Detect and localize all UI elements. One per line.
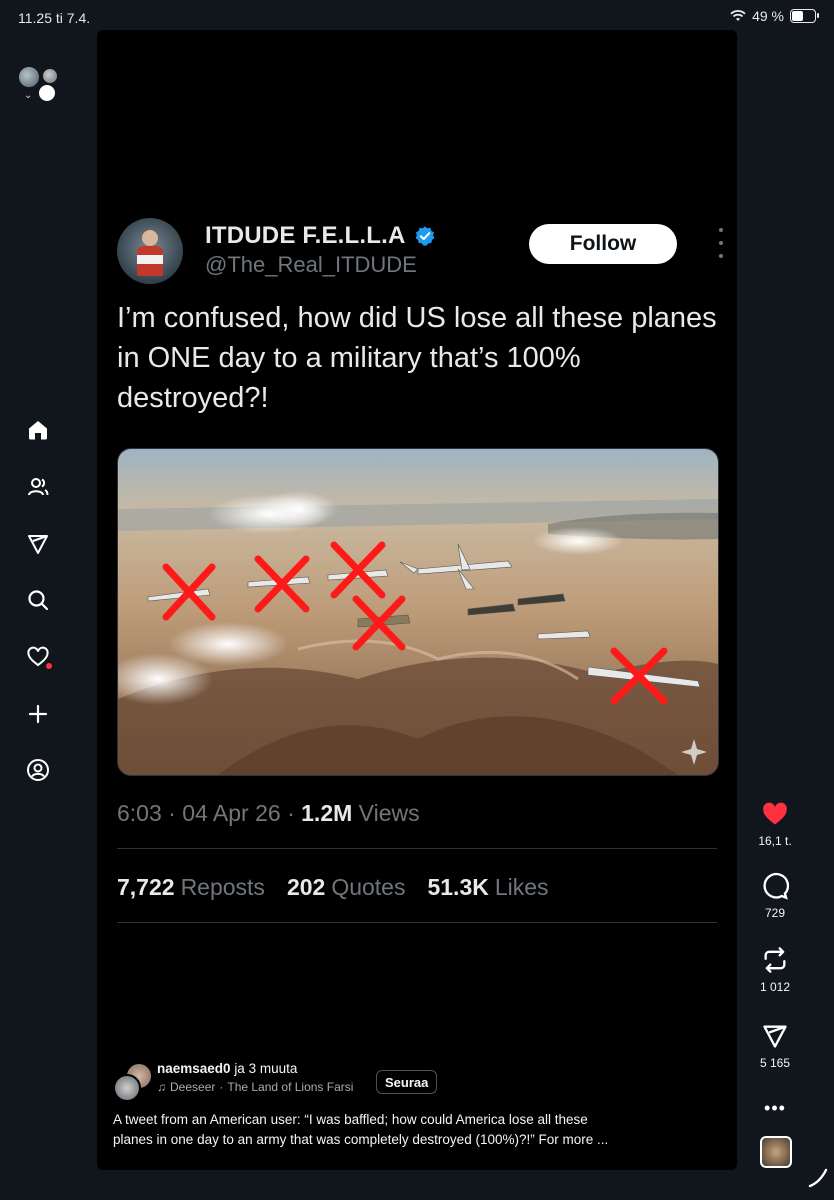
post-author[interactable]: naemsaed0 ja 3 muuta [157,1061,297,1076]
tweet-stats: 7,722 Reposts 202 Quotes 51.3K Likes [117,874,549,901]
more-options-icon[interactable] [713,228,729,258]
tweet-header: ITDUDE F.E.L.L.A @The_Real_ITDUDE Follow [117,216,723,286]
tweet-meta: 6:03 · 04 Apr 26 · 1.2M Views [117,800,420,826]
send-icon[interactable] [24,530,52,558]
music-note-icon: ♫ [157,1080,166,1094]
notification-dot [46,663,52,669]
reposts-label: Reposts [180,874,265,900]
repost-icon[interactable] [761,946,789,974]
avatar [38,84,56,102]
reposts-stat[interactable]: 7,722 Reposts [117,874,265,901]
status-indicators: 49 % [730,8,819,24]
aircraft-formation-image [118,449,718,775]
likes-label: Likes [494,874,549,900]
verified-badge-icon [415,226,434,246]
heart-filled-icon[interactable] [761,800,789,828]
plus-icon[interactable] [24,700,52,728]
tweet-time: 6:03 [117,800,162,826]
people-icon[interactable] [24,473,52,501]
audio-thumbnail[interactable] [760,1136,792,1168]
home-icon[interactable] [24,416,52,444]
reposts-count: 1 012 [759,980,791,994]
profile-icon[interactable] [24,756,52,784]
heart-icon[interactable] [24,643,52,671]
swipe-indicator-icon [808,1168,828,1188]
author-avatars[interactable] [113,1062,153,1102]
tweet-text: I’m confused, how did US lose all these … [117,302,717,414]
music-info[interactable]: ♫ Deeseer · The Land of Lions Farsi [157,1080,353,1094]
chevron-down-icon: ⌄ [24,90,33,101]
status-time: 11.25 ti 7.4. [18,10,91,26]
post-caption[interactable]: A tweet from an American user: “I was ba… [113,1110,713,1150]
search-icon[interactable] [24,586,52,614]
avatar [113,1074,141,1102]
account-switcher[interactable]: ⌄ [16,66,60,106]
likes-stat[interactable]: 51.3K Likes [427,874,548,901]
follow-author-button[interactable]: Seuraa [376,1070,438,1094]
likes-count: 51.3K [427,874,489,900]
views-count: 1.2M [301,800,353,826]
wifi-icon [730,10,746,21]
caption-line: planes in one day to an army that was co… [113,1132,609,1147]
battery-icon [790,9,819,23]
avatar[interactable] [117,218,183,284]
comment-icon[interactable] [761,872,789,900]
tweet-display-name[interactable]: ITDUDE F.E.L.L.A [205,222,406,250]
more-icon[interactable]: ••• [764,1098,786,1119]
author-name[interactable]: naemsaed0 [157,1061,231,1076]
like-action[interactable]: 16,1 t. [745,800,805,848]
send-icon[interactable] [761,1022,789,1050]
comment-action[interactable]: 729 [745,872,805,920]
quotes-count: 202 [286,874,326,900]
coauthors-text[interactable]: ja 3 muuta [234,1061,297,1076]
views-label: Views [358,800,420,826]
shares-count: 5 165 [759,1056,791,1070]
caption-line: A tweet from an American user: “I was ba… [113,1112,588,1127]
repost-action[interactable]: 1 012 [745,946,805,994]
quotes-stat[interactable]: 202 Quotes [287,874,406,901]
divider [117,848,717,849]
battery-percent: 49 % [752,8,784,24]
avatar [42,68,58,84]
likes-count: 16,1 t. [758,834,792,848]
left-nav-rail: ⌄ [0,34,76,1200]
tweet-image[interactable] [117,448,719,776]
comments-count: 729 [764,906,786,920]
share-action[interactable]: 5 165 [745,1022,805,1070]
tweet-date: 04 Apr 26 [182,800,281,826]
avatar [18,66,40,88]
more-action[interactable]: ••• [745,1098,805,1119]
reposts-count: 7,722 [117,874,175,900]
music-separator: · [219,1080,224,1094]
tweet-handle[interactable]: @The_Real_ITDUDE [205,252,417,278]
post-card[interactable]: ITDUDE F.E.L.L.A @The_Real_ITDUDE Follow… [97,30,737,1170]
quotes-label: Quotes [331,874,406,900]
tweet-name-row: ITDUDE F.E.L.L.A [205,222,436,250]
divider [117,922,717,923]
follow-button[interactable]: Follow [529,224,677,264]
music-track: The Land of Lions Farsi [227,1080,354,1094]
music-artist: Deeseer [170,1080,216,1094]
status-bar: 11.25 ti 7.4. 49 % [0,0,834,34]
